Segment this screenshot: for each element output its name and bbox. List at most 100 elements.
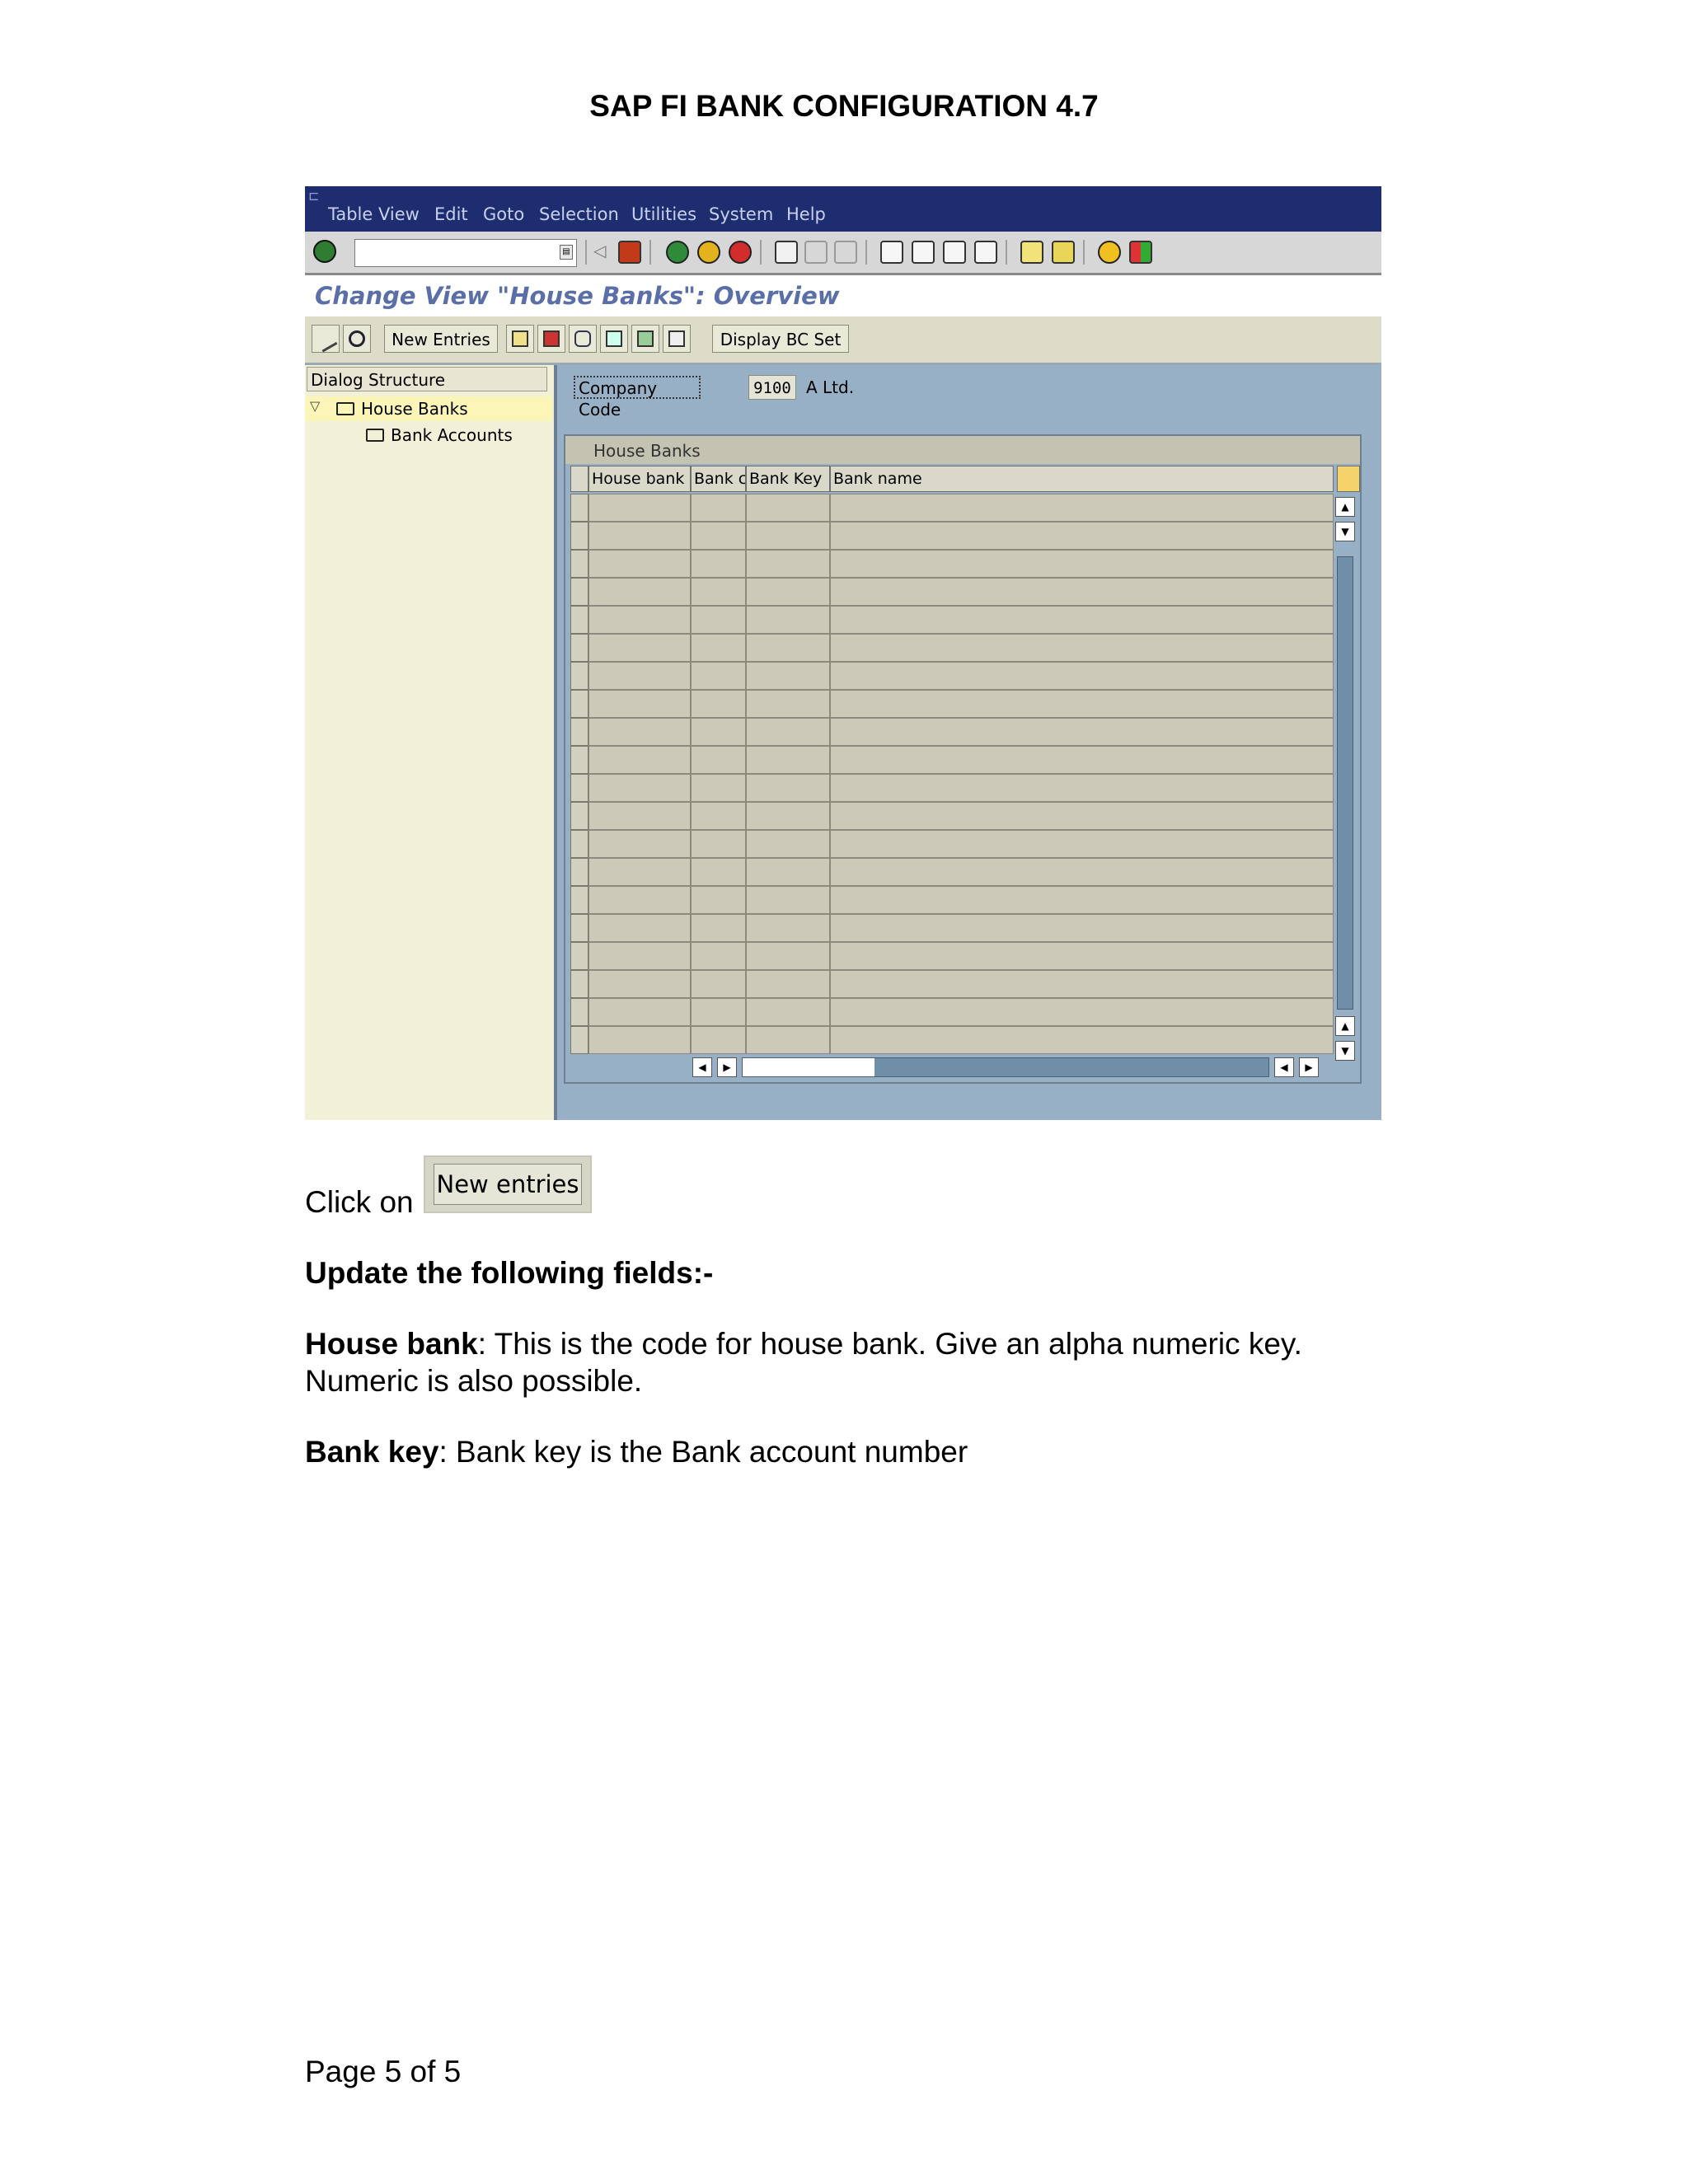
vertical-scroll-track[interactable] (1337, 556, 1353, 1010)
menu-help[interactable]: Help (786, 204, 826, 224)
table-cell[interactable] (830, 606, 1334, 634)
table-cell[interactable] (588, 494, 691, 522)
table-cell[interactable] (746, 662, 830, 690)
table-cell[interactable] (588, 802, 691, 830)
row-selector[interactable] (570, 718, 588, 746)
table-row[interactable] (570, 830, 1334, 858)
table-cell[interactable] (691, 494, 746, 522)
command-field[interactable]: ▤ (354, 239, 577, 267)
table-cell[interactable] (746, 634, 830, 662)
select-all-rows-cell[interactable] (570, 466, 588, 492)
create-session-icon[interactable] (1020, 241, 1043, 264)
horizontal-scroll-track[interactable] (742, 1057, 1269, 1077)
row-selector[interactable] (570, 886, 588, 914)
table-row[interactable] (570, 914, 1334, 942)
table-cell[interactable] (746, 606, 830, 634)
row-selector[interactable] (570, 802, 588, 830)
table-cell[interactable] (830, 522, 1334, 550)
window-menu-icon[interactable]: ⊏ (308, 188, 319, 204)
tree-node-house-banks[interactable]: ▽ House Banks (305, 396, 552, 421)
vertical-scrollbar[interactable]: ▲ ▼ ▲ ▼ (1335, 497, 1357, 1077)
table-row[interactable] (570, 858, 1334, 886)
row-selector[interactable] (570, 998, 588, 1026)
table-cell[interactable] (691, 1026, 746, 1054)
select-all-button[interactable] (600, 325, 628, 353)
table-row[interactable] (570, 718, 1334, 746)
undo-change-button[interactable] (569, 325, 597, 353)
table-row[interactable] (570, 998, 1334, 1026)
row-selector[interactable] (570, 746, 588, 774)
table-cell[interactable] (746, 522, 830, 550)
page-up-icon[interactable]: ▲ (1335, 1016, 1355, 1036)
table-cell[interactable] (588, 746, 691, 774)
column-header-house-bank[interactable]: House bank (588, 466, 691, 492)
table-cell[interactable] (830, 774, 1334, 802)
row-selector[interactable] (570, 662, 588, 690)
company-code-value[interactable]: 9100 (748, 375, 796, 400)
row-selector[interactable] (570, 578, 588, 606)
table-cell[interactable] (746, 830, 830, 858)
row-selector[interactable] (570, 494, 588, 522)
row-selector[interactable] (570, 690, 588, 718)
next-page-icon[interactable] (943, 241, 966, 264)
table-cell[interactable] (830, 886, 1334, 914)
table-cell[interactable] (830, 550, 1334, 578)
previous-page-icon[interactable] (912, 241, 935, 264)
table-cell[interactable] (588, 970, 691, 998)
last-page-icon[interactable] (974, 241, 997, 264)
table-row[interactable] (570, 550, 1334, 578)
table-settings-icon[interactable] (1337, 466, 1360, 492)
column-header-bank-country[interactable]: Bank ctry. (691, 466, 746, 492)
display-bc-set-button[interactable]: Display BC Set (712, 325, 849, 353)
table-cell[interactable] (691, 718, 746, 746)
table-cell[interactable] (746, 942, 830, 970)
layout-menu-icon[interactable] (1129, 241, 1152, 264)
row-selector[interactable] (570, 1026, 588, 1054)
menu-edit[interactable]: Edit (434, 204, 468, 224)
table-cell[interactable] (830, 802, 1334, 830)
row-selector[interactable] (570, 634, 588, 662)
horizontal-scroll-thumb[interactable] (743, 1058, 874, 1076)
table-cell[interactable] (830, 858, 1334, 886)
table-cell[interactable] (830, 578, 1334, 606)
table-cell[interactable] (691, 970, 746, 998)
table-cell[interactable] (588, 606, 691, 634)
table-cell[interactable] (691, 550, 746, 578)
tree-node-bank-accounts[interactable]: Bank Accounts (305, 423, 552, 448)
table-cell[interactable] (746, 550, 830, 578)
table-cell[interactable] (588, 998, 691, 1026)
table-cell[interactable] (746, 886, 830, 914)
table-cell[interactable] (691, 662, 746, 690)
help-icon[interactable] (1098, 241, 1121, 264)
table-cell[interactable] (691, 634, 746, 662)
table-cell[interactable] (746, 970, 830, 998)
table-cell[interactable] (746, 802, 830, 830)
table-cell[interactable] (588, 522, 691, 550)
table-cell[interactable] (691, 606, 746, 634)
table-cell[interactable] (830, 970, 1334, 998)
table-cell[interactable] (830, 718, 1334, 746)
table-cell[interactable] (588, 690, 691, 718)
table-cell[interactable] (830, 942, 1334, 970)
save-icon[interactable] (618, 241, 641, 264)
table-cell[interactable] (830, 662, 1334, 690)
table-cell[interactable] (691, 998, 746, 1026)
scroll-right-icon[interactable]: ▶ (717, 1057, 737, 1077)
table-row[interactable] (570, 1026, 1334, 1054)
table-cell[interactable] (588, 1026, 691, 1054)
menu-goto[interactable]: Goto (483, 204, 524, 224)
table-cell[interactable] (746, 774, 830, 802)
table-cell[interactable] (746, 914, 830, 942)
exit-icon[interactable] (697, 241, 720, 264)
table-cell[interactable] (746, 858, 830, 886)
table-cell[interactable] (588, 942, 691, 970)
table-cell[interactable] (588, 634, 691, 662)
table-cell[interactable] (746, 1026, 830, 1054)
row-selector[interactable] (570, 914, 588, 942)
menu-selection[interactable]: Selection (539, 204, 619, 224)
table-cell[interactable] (691, 690, 746, 718)
table-row[interactable] (570, 970, 1334, 998)
table-cell[interactable] (830, 746, 1334, 774)
table-row[interactable] (570, 942, 1334, 970)
print-icon[interactable] (775, 241, 798, 264)
